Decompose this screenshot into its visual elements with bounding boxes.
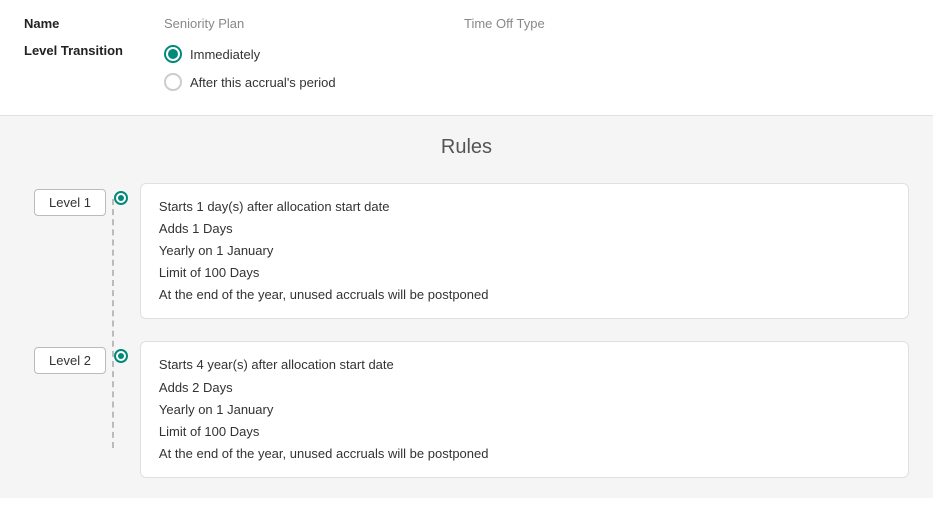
- rules-title: Rules: [24, 136, 909, 159]
- level-2-line-4: At the end of the year, unused accruals …: [159, 443, 890, 465]
- bottom-section: Rules Level 1 Starts 1 day(s) after allo…: [0, 116, 933, 498]
- immediately-radio[interactable]: [164, 45, 182, 63]
- level-2-line-0: Starts 4 year(s) after allocation start …: [159, 354, 890, 376]
- level-2-line-1: Adds 2 Days: [159, 377, 890, 399]
- level-1-dot: [114, 191, 128, 205]
- name-column-label: Name: [24, 16, 164, 31]
- level-2-card: Starts 4 year(s) after allocation start …: [140, 341, 909, 477]
- level-2-dot: [114, 349, 128, 363]
- level-1-line-3: Limit of 100 Days: [159, 262, 890, 284]
- after-period-label: After this accrual's period: [190, 75, 336, 90]
- immediately-option[interactable]: Immediately: [164, 45, 336, 63]
- level-2-line-3: Limit of 100 Days: [159, 421, 890, 443]
- level-1-line-1: Adds 1 Days: [159, 218, 890, 240]
- level-1-line-0: Starts 1 day(s) after allocation start d…: [159, 196, 890, 218]
- level-2-line-2: Yearly on 1 January: [159, 399, 890, 421]
- level-transition-label: Level Transition: [24, 41, 164, 58]
- timeoff-column-label: Time Off Type: [464, 16, 545, 31]
- level-2-entry: Level 2 Starts 4 year(s) after allocatio…: [34, 341, 909, 477]
- level-transition-options: Immediately After this accrual's period: [164, 45, 336, 91]
- after-period-radio[interactable]: [164, 73, 182, 91]
- seniority-column-label: Seniority Plan: [164, 16, 464, 31]
- after-period-option[interactable]: After this accrual's period: [164, 73, 336, 91]
- level-1-tag: Level 1: [34, 189, 106, 216]
- level-1-line-4: At the end of the year, unused accruals …: [159, 284, 890, 306]
- level-1-line-2: Yearly on 1 January: [159, 240, 890, 262]
- level-2-tag: Level 2: [34, 347, 106, 374]
- immediately-label: Immediately: [190, 47, 260, 62]
- level-1-entry: Level 1 Starts 1 day(s) after allocation…: [34, 183, 909, 319]
- level-1-card: Starts 1 day(s) after allocation start d…: [140, 183, 909, 319]
- top-section: Name Seniority Plan Time Off Type Level …: [0, 0, 933, 116]
